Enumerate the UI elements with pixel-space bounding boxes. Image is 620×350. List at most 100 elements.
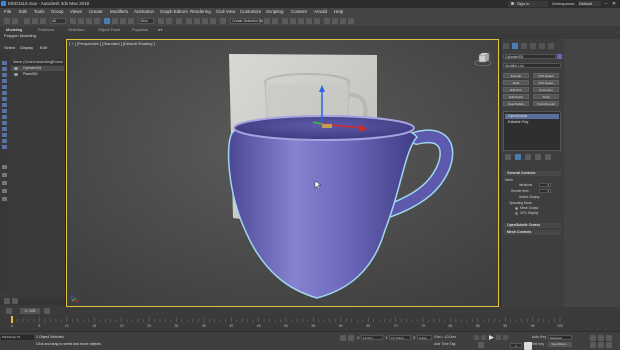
zoom-all-icon[interactable] bbox=[598, 335, 604, 341]
isolate-selection-icon[interactable] bbox=[340, 335, 346, 341]
iterations-spinner[interactable]: 2 bbox=[539, 183, 551, 187]
time-slider-handle[interactable]: 0 / 100 bbox=[20, 308, 40, 314]
slider-prev-icon[interactable] bbox=[6, 308, 12, 314]
tab-populate[interactable]: Populate bbox=[132, 27, 148, 32]
render-iters-spinner[interactable]: 2 bbox=[539, 189, 551, 193]
select-object-icon[interactable] bbox=[70, 18, 76, 24]
set-key-button[interactable]: Set Key bbox=[532, 342, 544, 346]
spinner-snap-icon[interactable] bbox=[210, 18, 216, 24]
key-filters-button[interactable]: Key Filters... bbox=[548, 342, 572, 347]
general-controls-rollout[interactable]: General Controls bbox=[503, 171, 561, 176]
hierarchy-tab-icon[interactable] bbox=[521, 43, 527, 49]
motion-tab-icon[interactable] bbox=[530, 43, 536, 49]
link-icon[interactable] bbox=[24, 18, 30, 24]
toggle-ribbon-icon[interactable] bbox=[298, 18, 304, 24]
bind-spacewarp-icon[interactable] bbox=[40, 18, 46, 24]
zoom-icon[interactable] bbox=[590, 335, 596, 341]
modifier-button-turbosmooth[interactable]: TurboSmooth bbox=[533, 101, 559, 106]
go-to-start-icon[interactable] bbox=[474, 335, 479, 340]
filter-helpers-icon[interactable] bbox=[2, 85, 7, 89]
layer-icon[interactable] bbox=[2, 197, 7, 201]
menu-edit[interactable]: Edit bbox=[19, 9, 27, 14]
explorer-row-cylinder001[interactable]: Cylinder001 bbox=[11, 66, 64, 71]
menu-graph-editors[interactable]: Graph Editors bbox=[160, 9, 188, 14]
current-frame-field[interactable]: 0 bbox=[510, 343, 522, 348]
stack-item-opensubdiv[interactable]: OpenSubdiv bbox=[505, 114, 559, 119]
display-all-icon[interactable] bbox=[2, 133, 7, 137]
render-production-icon[interactable] bbox=[348, 18, 354, 24]
slider-next-icon[interactable] bbox=[44, 308, 50, 314]
close-icon[interactable]: ✕ bbox=[608, 0, 620, 8]
invert-display-icon[interactable] bbox=[2, 145, 7, 149]
mirror-icon[interactable] bbox=[264, 18, 270, 24]
modifier-button-shell[interactable]: Shell bbox=[503, 80, 529, 85]
filter-containers-icon[interactable] bbox=[2, 115, 7, 119]
undo-icon[interactable] bbox=[4, 18, 10, 24]
keyboard-shortcut-icon[interactable] bbox=[176, 18, 182, 24]
menu-modifiers[interactable]: Modifiers bbox=[110, 9, 128, 14]
tab-selection[interactable]: Selection bbox=[68, 27, 84, 32]
menu-customize[interactable]: Customize bbox=[240, 9, 261, 14]
tab-freeform[interactable]: Freeform bbox=[38, 27, 54, 32]
filter-frozen-icon[interactable] bbox=[2, 121, 7, 125]
filter-xrefs-icon[interactable] bbox=[2, 103, 7, 107]
select-place-icon[interactable] bbox=[128, 18, 134, 24]
material-editor-icon[interactable] bbox=[324, 18, 330, 24]
eye-icon[interactable] bbox=[14, 67, 18, 70]
create-tab-icon[interactable] bbox=[503, 43, 509, 49]
rendered-frame-window-icon[interactable] bbox=[340, 18, 346, 24]
object-name-field[interactable]: Cylinder001 bbox=[503, 54, 556, 59]
next-frame-icon[interactable] bbox=[496, 335, 501, 340]
schematic-view-icon[interactable] bbox=[314, 18, 320, 24]
modifier-button-symmetry[interactable]: Symmetry bbox=[533, 87, 559, 92]
menu-tools[interactable]: Tools bbox=[34, 9, 45, 14]
modifier-button-edit-patch[interactable]: Edit Patch bbox=[503, 94, 529, 99]
frozen-header[interactable]: Frozen bbox=[52, 60, 63, 65]
modifier-button-extrude[interactable]: Extrude bbox=[503, 73, 529, 78]
display-none-icon[interactable] bbox=[2, 139, 7, 143]
filter-cameras-icon[interactable] bbox=[2, 79, 7, 83]
name-sort-header[interactable]: Name (Sorted Ascending) bbox=[13, 60, 53, 64]
configure-sets-icon[interactable] bbox=[545, 154, 551, 160]
explorer-tab-select[interactable]: Select bbox=[4, 45, 15, 50]
select-rotate-icon[interactable] bbox=[112, 18, 118, 24]
menu-scripting[interactable]: Scripting bbox=[266, 9, 284, 14]
render-setup-icon[interactable] bbox=[332, 18, 338, 24]
menu-group[interactable]: Group bbox=[51, 9, 64, 14]
redo-icon[interactable] bbox=[12, 18, 18, 24]
modifier-button-ffd-select[interactable]: FFD Select bbox=[533, 73, 559, 78]
modifier-button-opensubdiv[interactable]: OpenSubdiv bbox=[503, 101, 529, 106]
viewcube-icon[interactable] bbox=[474, 50, 492, 68]
unlink-icon[interactable] bbox=[32, 18, 38, 24]
modifier-button-edit-poly[interactable]: Edit Poly bbox=[503, 87, 529, 92]
key-mode-icon[interactable] bbox=[478, 342, 484, 348]
rect-selection-icon[interactable] bbox=[86, 18, 92, 24]
ribbon-options-icon[interactable]: ●▾ bbox=[158, 27, 162, 32]
find-icon[interactable] bbox=[2, 181, 7, 185]
selection-lock-icon[interactable] bbox=[348, 335, 354, 341]
stack-item-editable-poly[interactable]: Editable Poly bbox=[505, 120, 559, 125]
play-icon[interactable] bbox=[489, 335, 494, 340]
toggle-layer-explorer-icon[interactable] bbox=[290, 18, 296, 24]
sign-in-button[interactable]: Sign In bbox=[508, 1, 548, 7]
filter-bones-icon[interactable] bbox=[2, 109, 7, 113]
tab-object-paint[interactable]: Object Paint bbox=[98, 27, 120, 32]
zoom-extents-icon[interactable] bbox=[606, 335, 612, 341]
field-of-view-icon[interactable] bbox=[590, 342, 596, 348]
snaps-toggle-icon[interactable] bbox=[186, 18, 192, 24]
menu-animation[interactable]: Animation bbox=[134, 9, 154, 14]
pivot-center-icon[interactable] bbox=[158, 18, 164, 24]
toggle-scene-explorer-icon[interactable] bbox=[282, 18, 288, 24]
key-selection-dropdown[interactable]: Selected bbox=[548, 335, 572, 340]
align-icon[interactable] bbox=[272, 18, 278, 24]
menu-file[interactable]: File bbox=[4, 9, 11, 14]
opensubdiv-crease-rollout[interactable]: OpenSubdiv Crease bbox=[503, 223, 561, 228]
mesh-controls-rollout[interactable]: Mesh Controls bbox=[503, 230, 561, 235]
mesh-output-radio[interactable] bbox=[515, 207, 518, 210]
make-unique-icon[interactable] bbox=[525, 154, 531, 160]
gpu-display-radio[interactable] bbox=[515, 212, 518, 215]
menu-arnold[interactable]: Arnold bbox=[314, 9, 327, 14]
y-coord-field[interactable]: 13.716cm bbox=[389, 335, 411, 340]
selection-filter-dropdown[interactable]: All bbox=[50, 18, 66, 24]
menu-views[interactable]: Views bbox=[70, 9, 82, 14]
